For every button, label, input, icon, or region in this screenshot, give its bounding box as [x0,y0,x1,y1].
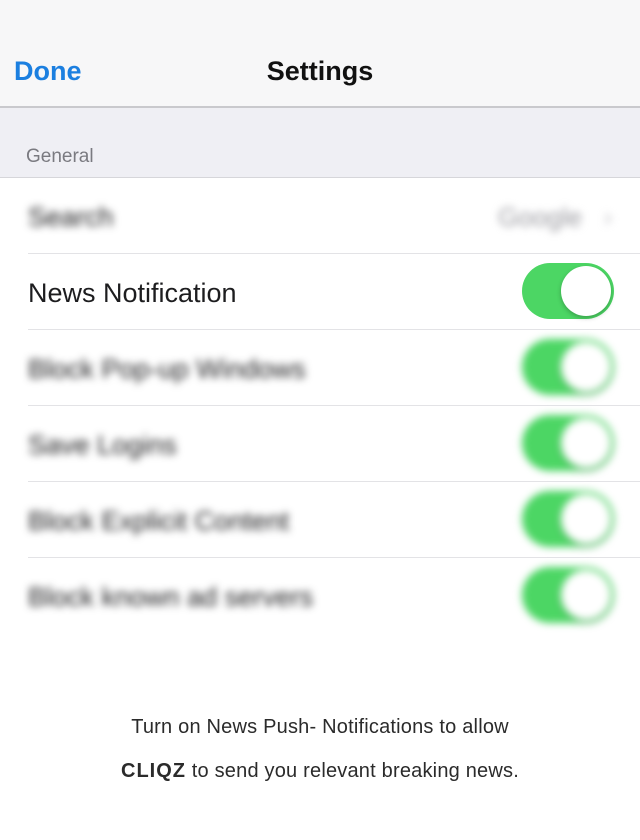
row-label: Block known ad servers [28,582,314,612]
settings-row-news-notification: News Notification [0,254,640,330]
settings-row-save-logins: Save Logins [0,406,640,482]
info-text-line-2: CLIQZ to send you relevant breaking news… [0,760,640,783]
settings-row-block-ad-servers: Block known ad servers [0,558,640,634]
toggle-knob [561,494,611,544]
settings-row-block-popups: Block Pop-up Windows [0,330,640,406]
row-label: Block Pop-up Windows [28,354,306,384]
toggle-knob [561,342,611,392]
row-label: Search [28,202,114,232]
section-header-general: General [0,108,640,178]
row-label: Block Explicit Content [28,506,290,536]
toggle-knob [561,266,611,316]
save-logins-toggle[interactable] [522,415,614,471]
news-notification-toggle[interactable] [522,263,614,319]
block-ad-servers-toggle[interactable] [522,567,614,623]
section-header-label: General [26,146,94,167]
row-label: News Notification [28,278,237,308]
toggle-knob [561,418,611,468]
block-popups-toggle[interactable] [522,339,614,395]
info-text-line-2-rest: to send you relevant breaking news. [186,760,519,782]
brand-name: CLIQZ [121,760,187,782]
search-engine-value: Google [498,202,582,232]
chevron-right-icon: › [604,204,612,231]
settings-row-block-explicit: Block Explicit Content [0,482,640,558]
toggle-knob [561,570,611,620]
row-label: Save Logins [28,430,177,460]
info-text-line-1: Turn on News Push- Notifications to allo… [131,716,509,738]
settings-row-search[interactable]: Search Google › [0,178,640,254]
navigation-bar: Done Settings [0,0,640,108]
block-explicit-toggle[interactable] [522,491,614,547]
page-title: Settings [266,56,374,86]
